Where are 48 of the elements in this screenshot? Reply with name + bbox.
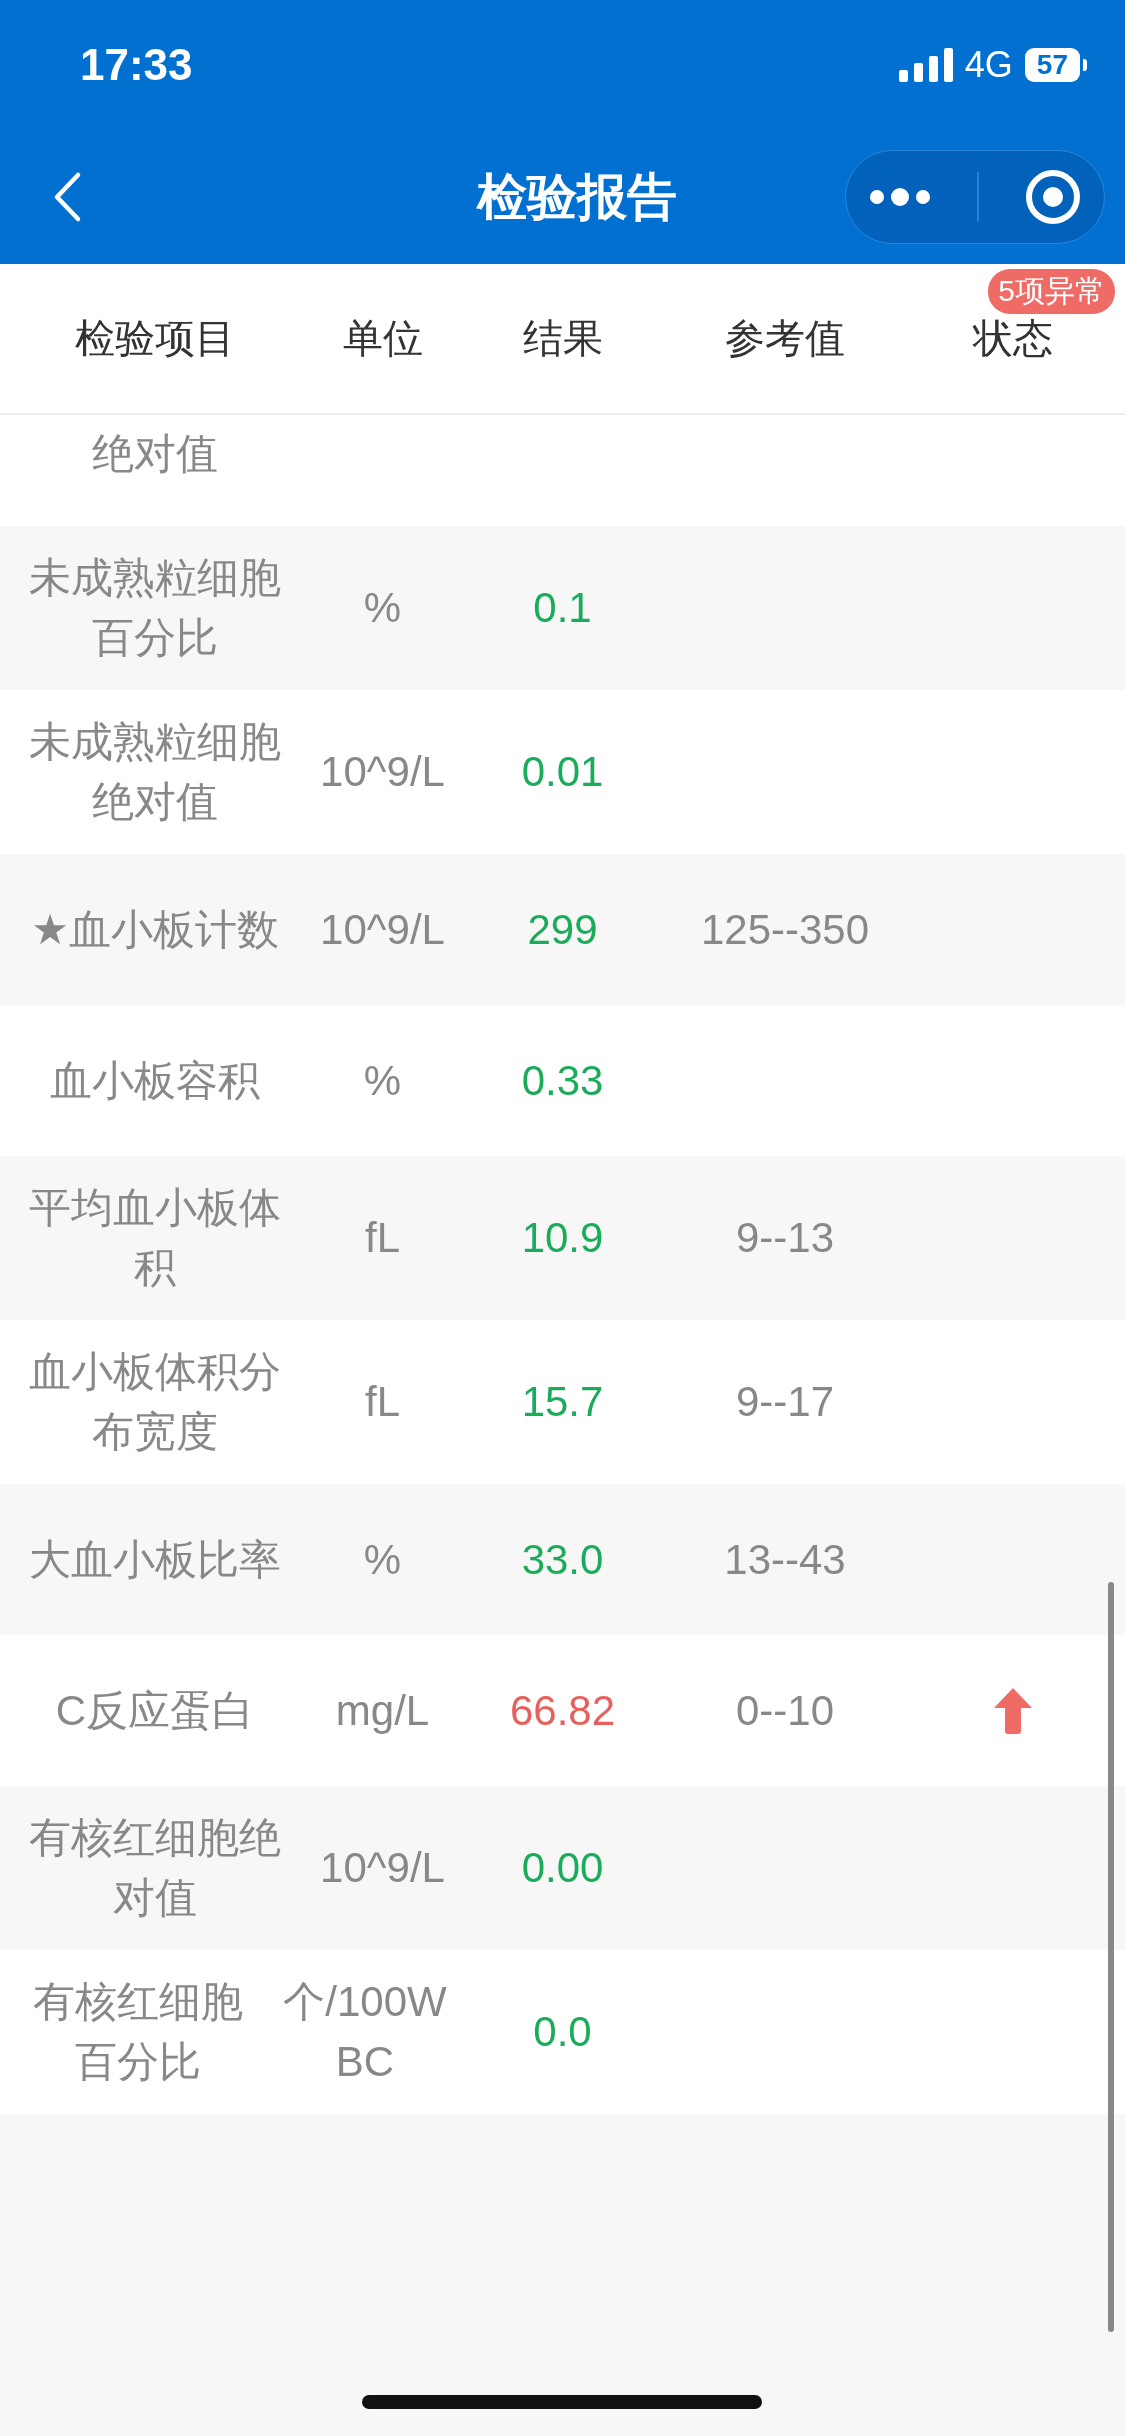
item-name: 血小板体积分布宽度	[28, 1347, 282, 1457]
status-time: 17:33	[80, 40, 193, 90]
result-value: 10.9	[521, 1213, 604, 1263]
item-name: C反应蛋白	[55, 1685, 255, 1736]
column-header: 检验项目	[75, 315, 235, 362]
result-value: 66.82	[509, 1685, 616, 1736]
abnormal-count-badge: 5项异常	[988, 269, 1115, 314]
unit-cell-text: fL	[365, 1213, 400, 1263]
item-name: 未成熟粒细胞百分比	[28, 553, 282, 663]
result-value: 0.0	[533, 2007, 592, 2057]
unit-cell-text: %	[363, 583, 402, 633]
reference-range: 0--10	[735, 1685, 835, 1736]
reference-range: 13--43	[724, 1534, 846, 1585]
unit-cell-text: mg/L	[335, 1685, 430, 1736]
result-value: 299	[527, 904, 598, 955]
item-name: 大血小板比率	[29, 1534, 281, 1585]
more-button[interactable]	[869, 187, 931, 207]
network-label: 4G	[964, 44, 1013, 86]
column-header: 结果	[522, 315, 603, 362]
unit-cell-text: fL	[365, 1377, 400, 1427]
column-header: 参考值	[725, 315, 845, 362]
result-value: 0.1	[533, 583, 592, 633]
unit-cell-text: 10^9/L	[320, 904, 445, 955]
unit-cell-text: %	[363, 1055, 402, 1106]
item-name: 有核红细胞百分比	[31, 1977, 244, 2087]
item-name: 未成熟粒细胞绝对值	[28, 717, 282, 827]
result-value: 15.7	[521, 1377, 604, 1427]
result-value: 0.33	[521, 1055, 604, 1106]
unit-cell-text: 个/100WBC	[282, 1977, 448, 2087]
reference-range: 9--13	[735, 1213, 835, 1263]
item-name: 绝对值	[92, 428, 218, 479]
unit-cell-text: 10^9/L	[320, 747, 445, 797]
column-header: 单位	[342, 315, 423, 362]
reference-range: 9--17	[735, 1377, 835, 1427]
item-name: ★血小板计数	[31, 904, 279, 955]
page-title: 检验报告	[476, 167, 677, 227]
result-value: 0.00	[521, 1843, 604, 1893]
item-name: 平均血小板体积	[28, 1183, 282, 1293]
item-name: 有核红细胞绝对值	[28, 1813, 282, 1923]
signal-icon	[898, 48, 953, 82]
reference-range: 125--350	[700, 904, 870, 955]
result-value: 33.0	[521, 1534, 604, 1585]
result-value: 0.01	[521, 747, 604, 797]
unit-cell-text: 10^9/L	[320, 1843, 445, 1893]
item-name: 血小板容积	[50, 1055, 260, 1106]
close-button[interactable]	[1025, 169, 1081, 225]
unit-cell-text: %	[363, 1534, 402, 1585]
column-header: 状态	[972, 315, 1053, 362]
